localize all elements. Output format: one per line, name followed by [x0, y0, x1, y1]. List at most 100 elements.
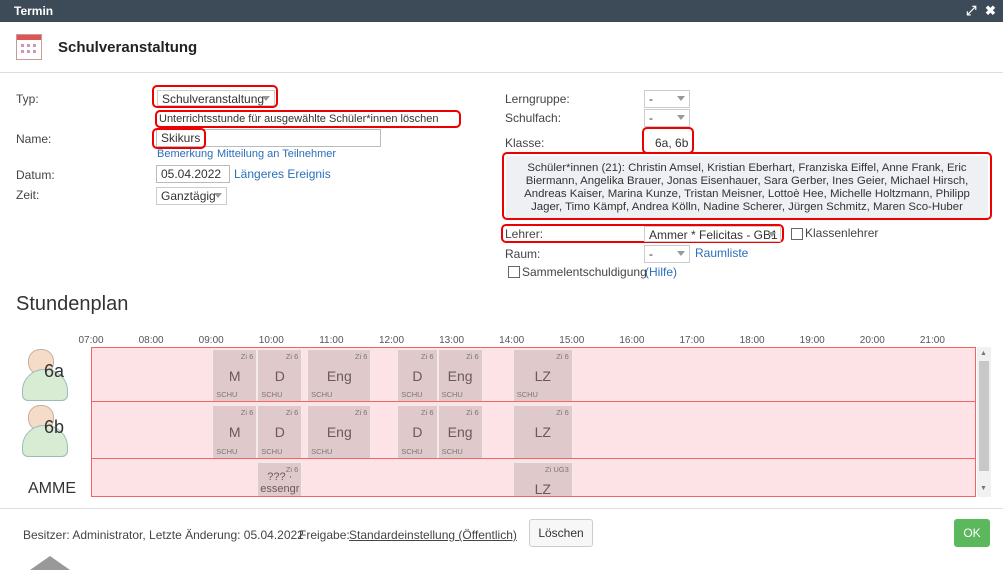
lesson-subject: LZ: [534, 424, 551, 440]
row-divider: [91, 401, 976, 402]
lesson-group: SCHU: [516, 390, 538, 399]
lesson-block[interactable]: Zi 6 LZ SCHU: [512, 349, 573, 402]
lesson-subject: ??? · essengr: [260, 471, 300, 495]
datum-input-value: 05.04.2022: [161, 167, 222, 181]
lehrer-select[interactable]: Ammer * Felicitas - GB1: [644, 226, 781, 242]
hour-label: 18:00: [739, 335, 765, 346]
highlight-klasse: [642, 127, 694, 154]
zeit-select[interactable]: Ganztägig: [156, 187, 227, 205]
lesson-room: Zi 6: [285, 408, 299, 417]
hour-label: 21:00: [919, 335, 945, 346]
scrollbar-thumb[interactable]: [979, 361, 989, 471]
lesson-room: Zi 6: [421, 408, 434, 417]
lesson-block[interactable]: Zi 6 D SCHU: [257, 349, 303, 402]
lesson-room: Zi 6: [556, 352, 569, 361]
lesson-group: SCHU: [441, 447, 463, 456]
schulfach-select-value: -: [649, 111, 653, 125]
hour-label: 14:00: [499, 335, 525, 346]
chevron-down-icon: [677, 96, 685, 101]
lesson-block[interactable]: Zi 6 Eng SCHU: [307, 349, 372, 402]
lesson-block[interactable]: Zi 6??? · essengr: [257, 462, 303, 496]
hour-label: 20:00: [859, 335, 885, 346]
lesson-subject: Eng: [326, 368, 352, 384]
highlight-typ: [152, 85, 278, 108]
chevron-down-icon: [214, 193, 222, 198]
lerngruppe-select[interactable]: -: [644, 90, 690, 108]
lesson-block[interactable]: Zi 6 M SCHU: [212, 405, 258, 459]
datum-label: Datum:: [16, 168, 55, 182]
calendar-icon: [16, 34, 42, 60]
lesson-room: Zi 6: [466, 352, 479, 361]
mitteilung-link[interactable]: Mitteilung an Teilnehmer: [217, 148, 336, 160]
lesson-block[interactable]: Zi UG3 LZ: [512, 462, 573, 497]
schulfach-select[interactable]: -: [644, 109, 690, 127]
hour-label: 11:00: [319, 335, 344, 346]
close-icon[interactable]: ✖: [985, 3, 996, 19]
lesson-block[interactable]: Zi 6 D SCHU: [257, 405, 303, 459]
freigabe-link[interactable]: Standardeinstellung (Öffentlich): [349, 528, 517, 542]
raum-select[interactable]: -: [644, 245, 690, 263]
dialog-footer: Besitzer: Administrator, Letzte Änderung…: [0, 508, 1003, 557]
lesson-block[interactable]: Zi 6 LZ: [512, 405, 573, 459]
klassenlehrer-label: Klassenlehrer: [805, 226, 879, 240]
hour-label: 08:00: [138, 335, 164, 346]
lerngruppe-select-value: -: [649, 92, 653, 106]
dialog-title: Schulveranstaltung: [58, 39, 198, 56]
lesson-subject: LZ: [534, 368, 551, 384]
chevron-down-icon: [677, 115, 685, 120]
lesson-subject: D: [412, 368, 423, 384]
typ-label: Typ:: [16, 92, 39, 106]
lesson-block[interactable]: Zi 6 Eng SCHU: [437, 405, 483, 459]
lesson-room: Zi 6: [466, 408, 479, 417]
highlight-students: [502, 152, 992, 220]
timetable-scrollbar[interactable]: ▲ ▼: [977, 347, 991, 497]
timetable-grid: Zi 6 M SCHU Zi 6 D SCHU Zi 6 Eng SCHU Zi 6 D SCHU Zi…: [91, 347, 976, 497]
chevron-down-icon: [677, 251, 685, 256]
lesson-group: SCHU: [441, 390, 463, 399]
lesson-room: Zi 6: [240, 408, 254, 417]
datum-input[interactable]: 05.04.2022: [156, 165, 230, 183]
lesson-subject: M: [228, 368, 241, 384]
scroll-down-icon[interactable]: ▼: [980, 485, 987, 492]
hour-label: 09:00: [198, 335, 224, 346]
raumliste-link[interactable]: Raumliste: [695, 246, 748, 260]
schulfach-label: Schulfach:: [505, 111, 562, 125]
hilfe-link[interactable]: (Hilfe): [645, 265, 677, 279]
klasse-label: Klasse:: [505, 136, 545, 150]
lesson-room: Zi 6: [240, 352, 254, 361]
maximize-icon[interactable]: ⤢: [966, 3, 976, 19]
row-divider: [91, 458, 976, 459]
lesson-block[interactable]: Zi 6 D SCHU: [397, 349, 438, 402]
lesson-group: SCHU: [261, 390, 283, 399]
lesson-room: Zi 6: [285, 352, 299, 361]
lesson-block[interactable]: Zi 6 D SCHU: [397, 405, 438, 459]
row-label-text: 6a: [44, 361, 65, 381]
lesson-subject: Eng: [447, 424, 473, 440]
lesson-room: Zi 6: [421, 352, 434, 361]
raum-select-value: -: [649, 247, 653, 261]
lesson-subject: D: [274, 368, 285, 384]
row-label-text: 6b: [44, 417, 65, 437]
delete-button[interactable]: Löschen: [529, 519, 593, 547]
lesson-room: Zi UG3: [545, 465, 569, 474]
scroll-up-icon[interactable]: ▲: [980, 350, 987, 357]
lesson-subject: D: [412, 424, 423, 440]
sammelentschuldigung-checkbox[interactable]: [508, 266, 520, 278]
klassenlehrer-checkbox[interactable]: [791, 228, 803, 240]
raum-label: Raum:: [505, 247, 541, 261]
lesson-block[interactable]: Zi 6 Eng SCHU: [307, 405, 372, 459]
row-label-6a: 6a: [22, 349, 82, 405]
lesson-block[interactable]: Zi 6 M SCHU: [212, 349, 258, 402]
lesson-group: SCHU: [311, 390, 333, 399]
lesson-group: SCHU: [216, 447, 238, 456]
lesson-group: SCHU: [261, 447, 283, 456]
laengeres-ereignis-link[interactable]: Längeres Ereignis: [234, 167, 331, 181]
lesson-block[interactable]: Zi 6 Eng SCHU: [437, 349, 483, 402]
bemerkung-link[interactable]: Bemerkung: [157, 148, 213, 160]
ok-button[interactable]: OK: [954, 519, 990, 547]
hour-label: 19:00: [799, 335, 825, 346]
zeit-select-value: Ganztägig: [161, 189, 216, 203]
lesson-room: Zi 6: [556, 408, 569, 417]
lesson-subject: LZ: [534, 481, 551, 497]
teacher-avatar-icon: [30, 556, 70, 570]
